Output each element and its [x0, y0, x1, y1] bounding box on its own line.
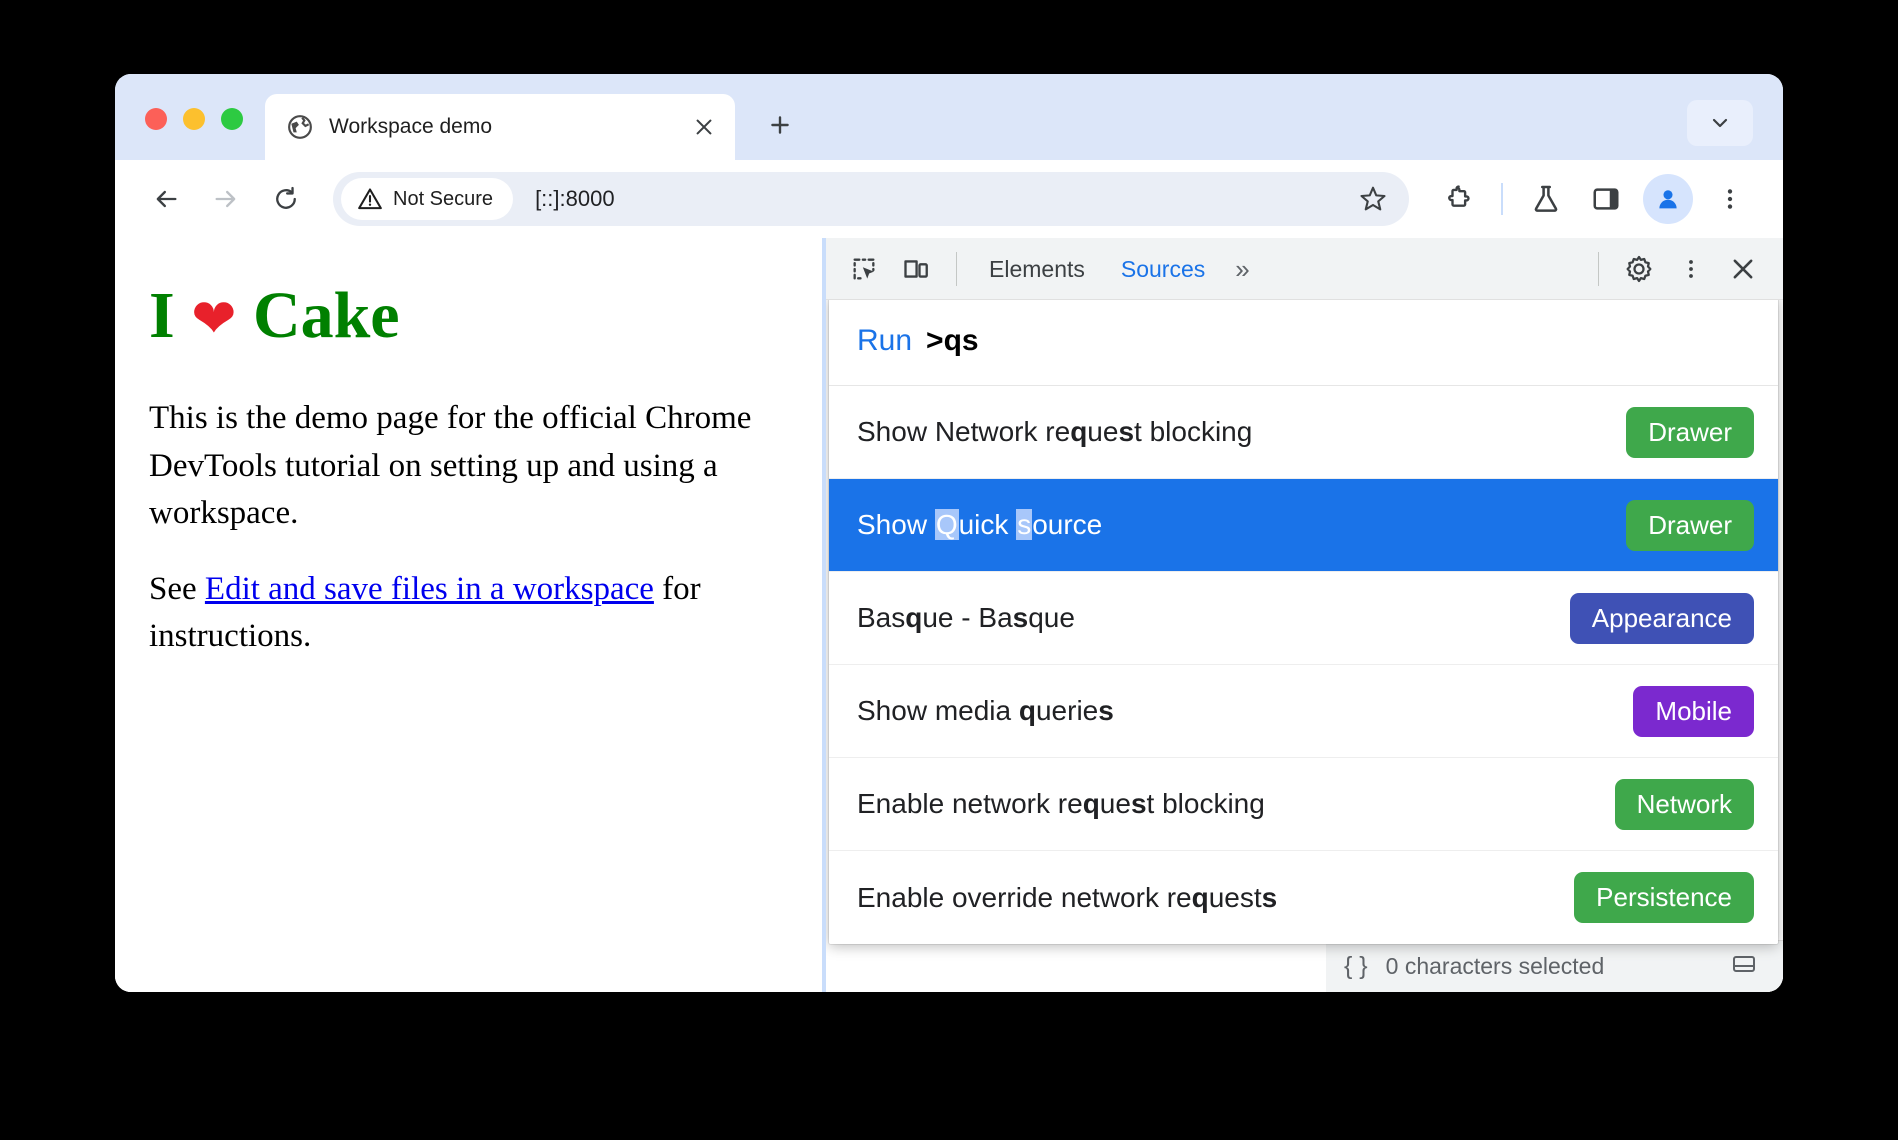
page-title: I ❤ Cake: [149, 280, 790, 351]
paragraph-prefix: See: [149, 570, 205, 607]
command-palette-row[interactable]: Show Quick source Drawer: [829, 479, 1778, 572]
command-category-badge: Mobile: [1633, 685, 1754, 737]
address-bar[interactable]: Not Secure [::]:8000: [333, 172, 1409, 226]
browser-window: Workspace demo Not Secure [::]:8000 I ❤ …: [115, 74, 1783, 992]
command-palette-results: Show Network request blocking Drawer Show …: [829, 386, 1778, 944]
globe-icon: [287, 114, 313, 140]
experiments-button[interactable]: [1519, 172, 1573, 226]
gear-icon: [1626, 255, 1652, 282]
command-palette-input[interactable]: Run >qs: [829, 300, 1778, 386]
command-category-badge: Drawer: [1626, 406, 1754, 458]
device-toolbar-button[interactable]: [892, 245, 940, 293]
puzzle-piece-icon: [1448, 185, 1470, 207]
command-label: Enable network request blocking: [857, 788, 1265, 819]
inspect-element-button[interactable]: [840, 245, 888, 293]
arrow-right-icon: [215, 190, 236, 208]
browser-menu-button[interactable]: [1703, 172, 1757, 226]
devtools-menu-button[interactable]: [1667, 245, 1715, 293]
page-title-pre: I: [149, 279, 192, 352]
tab-search-button[interactable]: [1687, 100, 1753, 146]
address-bar-url[interactable]: [::]:8000: [513, 186, 1351, 212]
security-status-label: Not Secure: [393, 187, 494, 210]
command-palette-row[interactable]: Basque - Basque Appearance: [829, 572, 1778, 665]
page-viewport: I ❤ Cake This is the demo page for the o…: [115, 238, 822, 992]
side-panel-icon: [1593, 188, 1619, 210]
inspect-element-icon: [853, 258, 875, 279]
forward-button[interactable]: [199, 172, 253, 226]
browser-toolbar: Not Secure [::]:8000: [115, 160, 1783, 238]
tab-sources[interactable]: Sources: [1105, 238, 1221, 300]
security-status-chip[interactable]: Not Secure: [341, 178, 514, 220]
command-category-badge: Persistence: [1574, 872, 1754, 923]
devtools-body: { } 0 characters selected Run >qs Show N…: [826, 300, 1783, 992]
command-category-badge: Drawer: [1626, 499, 1754, 551]
tab-elements[interactable]: Elements: [973, 238, 1101, 300]
selection-status-label: 0 characters selected: [1385, 953, 1605, 979]
command-palette-row[interactable]: Show media queries Mobile: [829, 665, 1778, 758]
devtools-status-bar: { } 0 characters selected: [1326, 940, 1783, 992]
command-palette: Run >qs Show Network request blocking Dra…: [829, 300, 1778, 944]
device-toolbar-icon: [904, 259, 928, 278]
command-label: Show Network request blocking: [857, 416, 1253, 447]
minimize-window-button[interactable]: [183, 108, 205, 130]
flask-icon: [1534, 185, 1558, 212]
devtools-close-button[interactable]: [1719, 245, 1767, 293]
heart-icon: ❤: [191, 287, 237, 350]
reload-button[interactable]: [259, 172, 313, 226]
command-label: Show Quick source: [857, 509, 1103, 540]
warning-triangle-icon: [358, 188, 382, 210]
command-palette-row[interactable]: Enable override network requests Persiste…: [829, 851, 1778, 944]
three-dot-menu-icon: [1689, 259, 1693, 278]
command-label: Enable override network requests: [857, 881, 1278, 913]
devtools-settings-button[interactable]: [1615, 245, 1663, 293]
more-tabs-icon[interactable]: »: [1225, 238, 1259, 300]
command-palette-prefix: Run: [857, 323, 913, 357]
command-category-badge: Appearance: [1569, 592, 1754, 644]
page-title-post: Cake: [236, 279, 400, 352]
command-palette-row[interactable]: Enable network request blocking Network: [829, 758, 1778, 851]
close-icon[interactable]: [687, 110, 721, 144]
command-label: Basque - Basque: [857, 602, 1075, 633]
window-controls: [115, 108, 265, 160]
three-dot-menu-icon: [1727, 189, 1733, 209]
devtools-toolbar-divider: [956, 251, 957, 286]
command-category-badge: Network: [1614, 778, 1754, 830]
maximize-window-button[interactable]: [221, 108, 243, 130]
toolbar-divider: [1501, 183, 1503, 215]
command-palette-row[interactable]: Show Network request blocking Drawer: [829, 386, 1778, 479]
close-icon: [1733, 259, 1753, 278]
command-palette-query[interactable]: >qs: [926, 324, 979, 358]
avatar-icon: [1659, 190, 1677, 209]
new-tab-button[interactable]: [757, 102, 803, 148]
devtools-panel: Elements Sources » {} 0 characters sele…: [826, 238, 1783, 992]
content-area: I ❤ Cake This is the demo page for the o…: [115, 238, 1783, 992]
devtools-toolbar-divider-right: [1598, 251, 1599, 286]
drawer-icon[interactable]: [1729, 952, 1759, 982]
close-window-button[interactable]: [145, 108, 167, 130]
page-paragraph-instructions: See Edit and save files in a workspace f…: [149, 566, 790, 661]
back-button[interactable]: [139, 172, 193, 226]
arrow-left-icon: [156, 190, 177, 208]
tab-title: Workspace demo: [329, 115, 493, 138]
page-paragraph-intro: This is the demo page for the official C…: [149, 400, 752, 532]
browser-tab[interactable]: Workspace demo: [265, 94, 735, 160]
reload-icon: [276, 186, 296, 209]
profile-button[interactable]: [1643, 174, 1693, 224]
command-label: Show media queries: [857, 695, 1114, 726]
chevron-down-icon: [1712, 118, 1728, 128]
workspace-docs-link[interactable]: Edit and save files in a workspace: [205, 571, 654, 607]
format-code-icon[interactable]: { }: [1344, 952, 1368, 981]
devtools-toolbar: Elements Sources »: [826, 238, 1783, 300]
tab-strip: Workspace demo: [115, 74, 1783, 160]
extensions-button[interactable]: [1431, 172, 1485, 226]
side-panel-button[interactable]: [1579, 172, 1633, 226]
star-icon[interactable]: [1351, 177, 1395, 221]
